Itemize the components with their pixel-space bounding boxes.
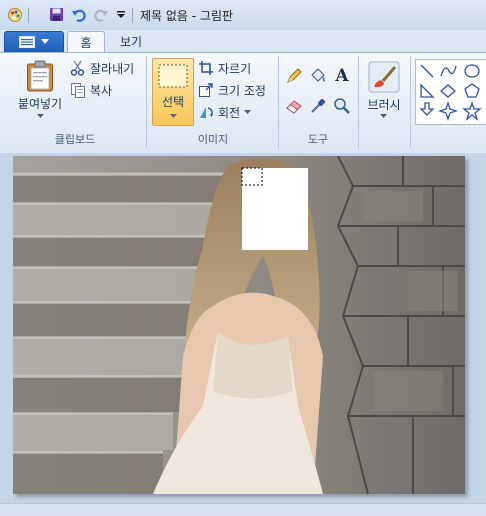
arrow-shape [419, 102, 435, 116]
curve-shape [440, 65, 457, 77]
scissors-icon [70, 60, 85, 76]
chevron-down-icon [244, 109, 252, 114]
diamond-shape [440, 84, 456, 98]
tools-group-label: 도구 [307, 133, 329, 146]
quick-access-separator [132, 8, 133, 23]
resize-icon [199, 83, 213, 97]
group-separator [410, 56, 411, 148]
select-button[interactable]: 선택 [152, 58, 194, 126]
fill-icon[interactable] [308, 66, 328, 86]
window-title: 제목 없음 - 그림판 [140, 9, 234, 23]
undo-icon[interactable] [70, 6, 87, 23]
cut-label: 잘라내기 [90, 61, 135, 76]
cut-button[interactable]: 잘라내기 [70, 59, 134, 77]
star4-shape [437, 100, 459, 121]
color-picker-icon[interactable] [308, 96, 328, 116]
customize-dropdown-icon[interactable] [112, 6, 129, 23]
chevron-down-icon [41, 39, 49, 44]
copy-button[interactable]: 복사 [70, 81, 112, 99]
group-separator [278, 56, 279, 148]
paste-button[interactable]: 붙여넣기 [14, 58, 66, 128]
image-group-label: 이미지 [197, 133, 229, 146]
chevron-down-icon [380, 114, 387, 118]
polygon-shape [420, 83, 435, 98]
file-menu-button[interactable] [4, 31, 64, 53]
clipboard-icon [27, 60, 53, 92]
resize-label: 크기 조정 [218, 83, 266, 98]
rotate-label: 회전 [218, 105, 241, 120]
tab-view[interactable]: 보기 [110, 31, 152, 52]
chevron-down-icon [37, 114, 44, 118]
rotate-icon [200, 107, 213, 118]
shapes-icons [419, 64, 482, 121]
group-separator [358, 56, 359, 148]
text-icon[interactable]: A [332, 66, 352, 86]
drawing-canvas[interactable] [13, 156, 465, 494]
status-bar [0, 503, 486, 516]
pentagon-shape [464, 83, 480, 98]
paste-label: 붙여넣기 [17, 97, 63, 111]
brushes-button[interactable]: 브러시 [362, 58, 406, 128]
rotate-button[interactable]: 회전 [198, 103, 252, 121]
magnifier-icon[interactable] [332, 96, 352, 116]
chevron-down-icon [170, 114, 177, 118]
star5-shape [462, 100, 482, 121]
resize-button[interactable]: 크기 조정 [198, 81, 266, 99]
copy-label: 복사 [90, 83, 113, 98]
title-bar: 제목 없음 - 그림판 [0, 0, 486, 31]
tab-home[interactable]: 홈 [67, 31, 105, 53]
file-menu-icon [19, 36, 35, 48]
group-separator [146, 56, 147, 148]
brush-icon [368, 61, 400, 93]
select-label: 선택 [161, 95, 185, 109]
brushes-label: 브러시 [367, 98, 401, 112]
crop-button[interactable]: 자르기 [198, 59, 251, 77]
save-icon[interactable] [48, 6, 65, 23]
crop-icon [199, 61, 213, 75]
copy-icon [71, 83, 85, 98]
redo-icon[interactable] [92, 6, 109, 23]
pencil-icon[interactable] [284, 66, 304, 86]
clipboard-group-label: 클립보드 [54, 133, 96, 146]
oval-shape [464, 64, 480, 78]
photo-image [13, 156, 465, 494]
eraser-icon[interactable] [284, 96, 304, 116]
quick-access-separator [28, 8, 29, 23]
line-shape [420, 64, 434, 78]
selection-rectangle-icon [158, 64, 188, 88]
crop-label: 자르기 [218, 61, 252, 76]
paint-app-icon[interactable] [6, 6, 23, 23]
shapes-gallery[interactable] [415, 59, 486, 125]
